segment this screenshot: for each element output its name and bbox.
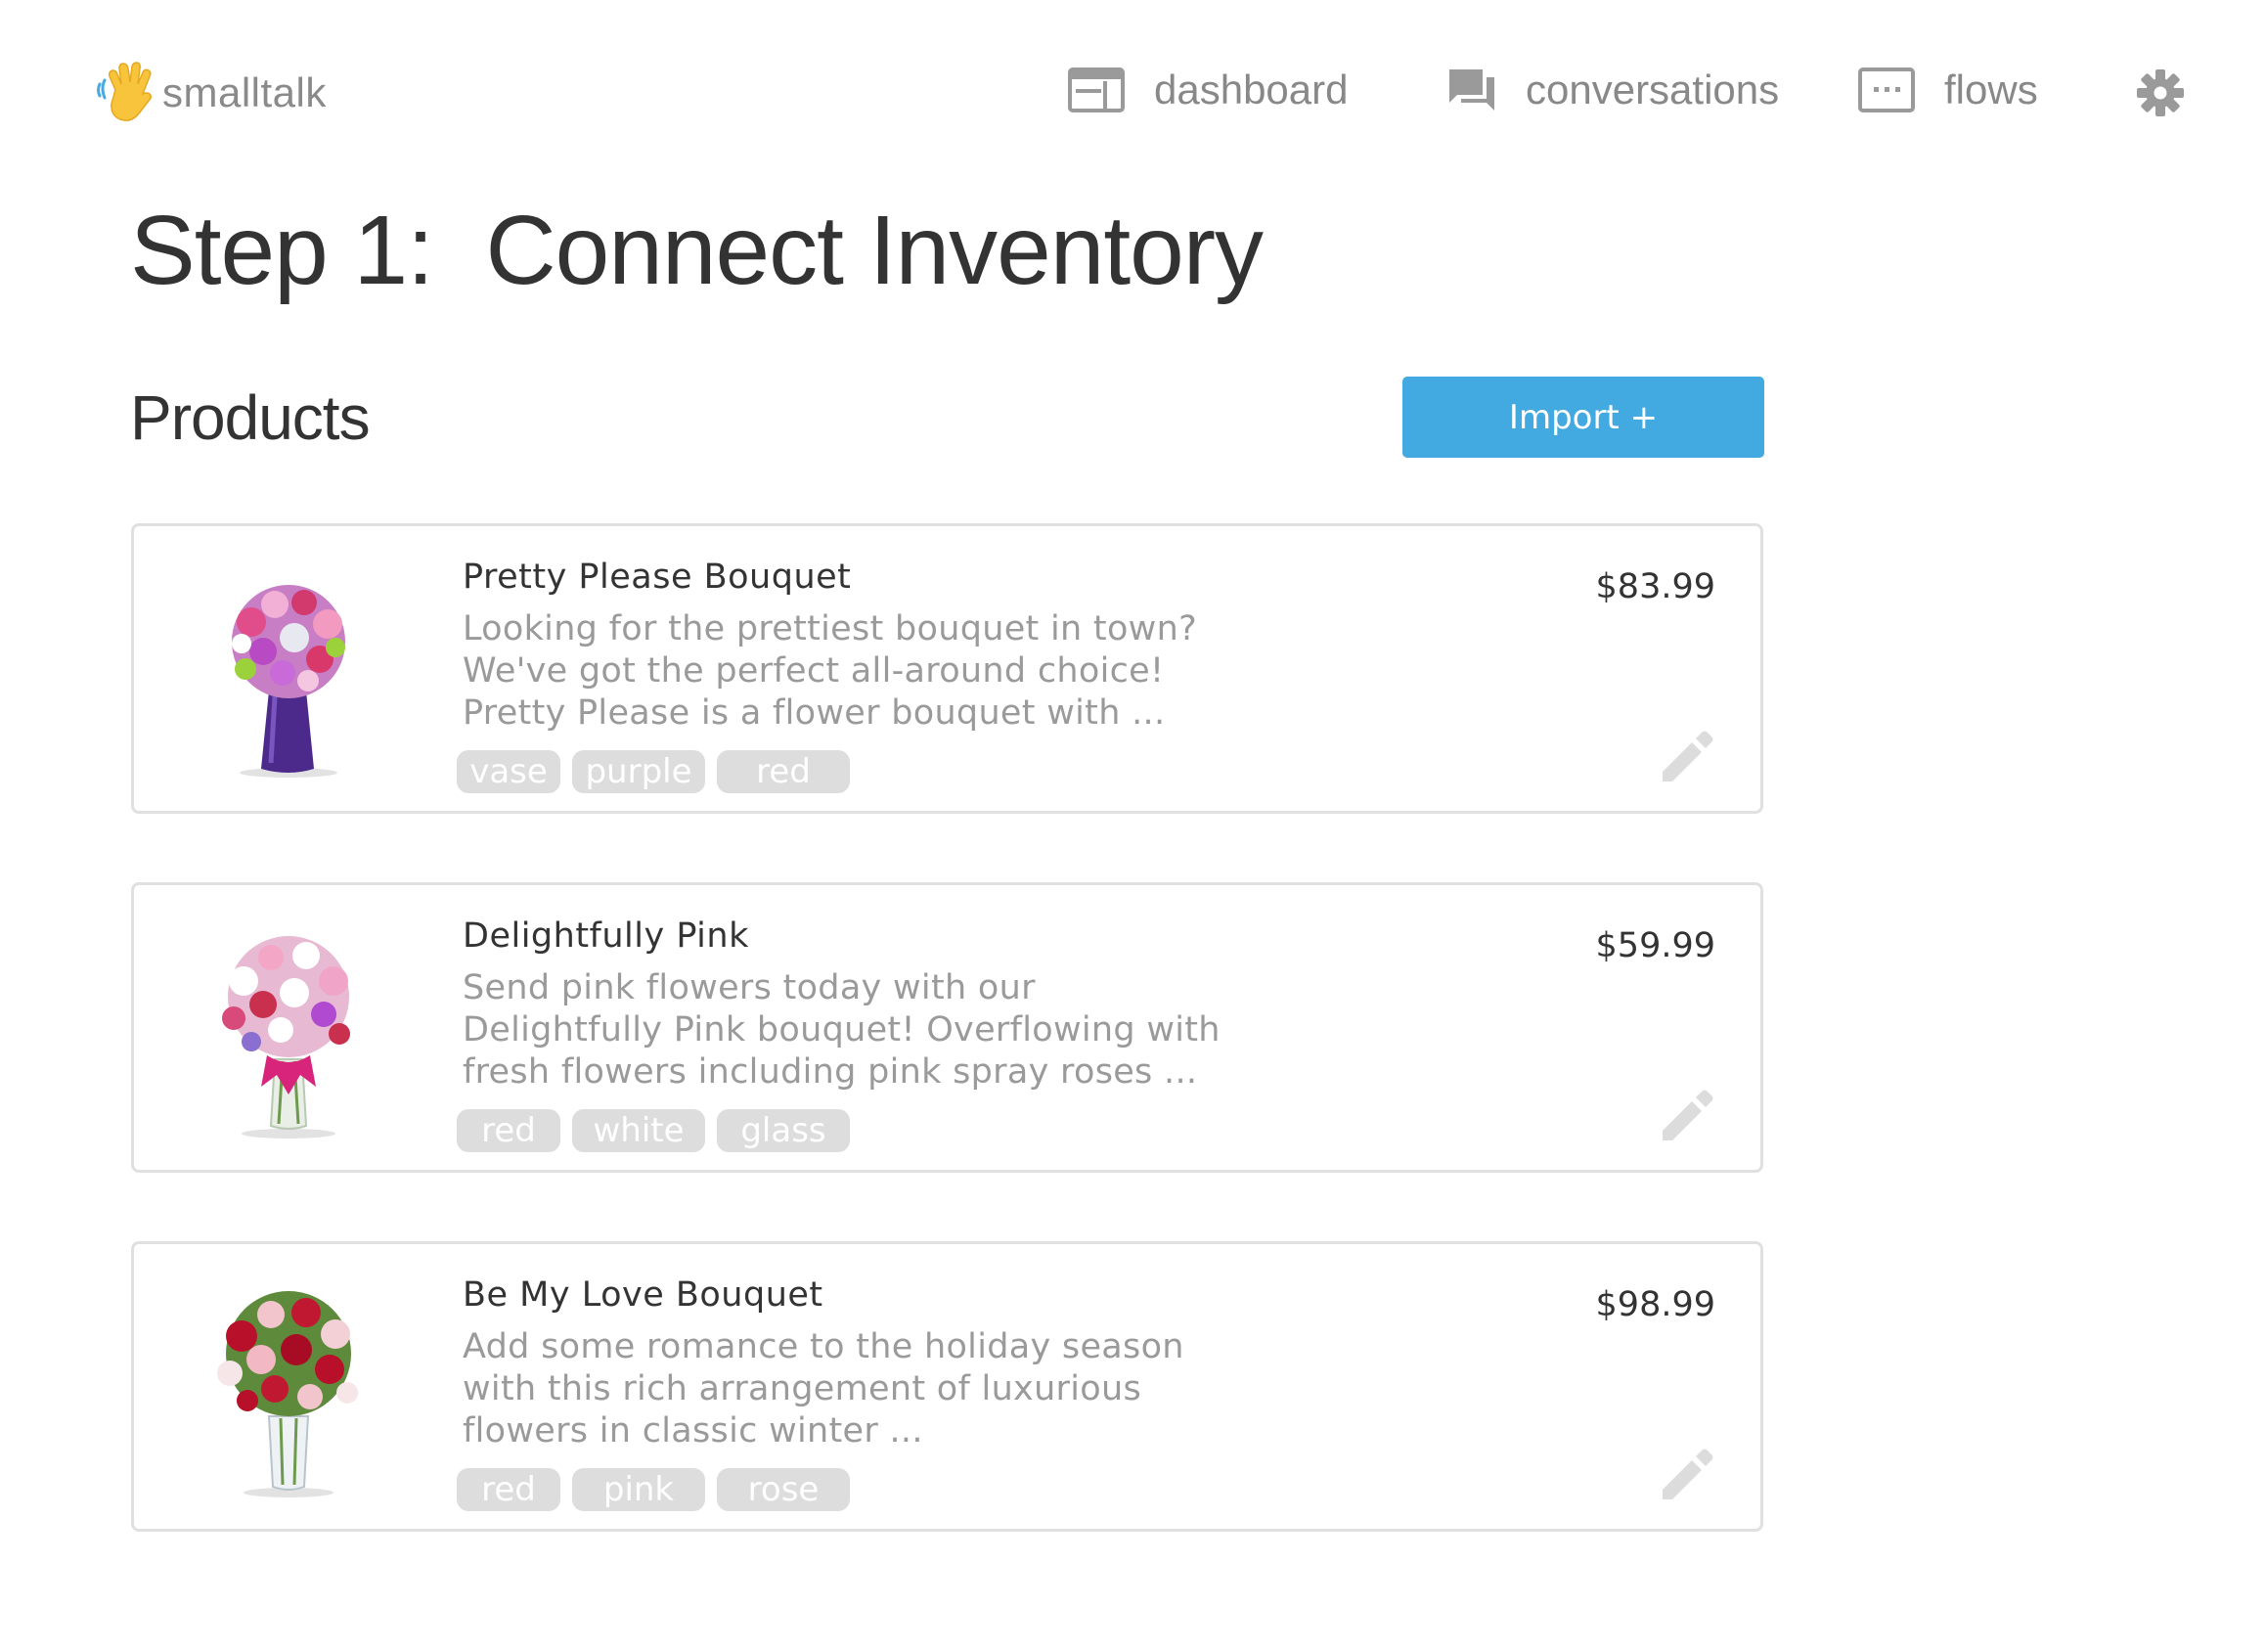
app-name: smalltalk [162,69,327,115]
tag[interactable]: rose [717,1468,850,1511]
app-logo[interactable]: smalltalk [96,59,327,127]
product-card[interactable]: Be My Love Bouquet Add some romance to t… [131,1241,1763,1532]
product-image [222,936,350,1139]
nav-item-flows[interactable]: flows [1858,61,2038,119]
product-name: Be My Love Bouquet [463,1275,823,1315]
pencil-icon[interactable] [1657,1086,1717,1146]
flows-icon [1858,67,1915,112]
tag[interactable]: purple [572,750,705,793]
tag[interactable]: glass [717,1109,850,1152]
page-title: Step 1: Connect Inventory [130,196,1264,305]
section-title-products: Products [130,382,371,453]
dashboard-icon [1068,67,1125,112]
nav-label-flows: flows [1944,67,2038,112]
product-description: Send pink flowers today with our Delight… [463,967,1304,1094]
product-card[interactable]: Delightfully Pink Send pink flowers toda… [131,882,1763,1173]
pencil-icon[interactable] [1657,727,1717,787]
product-description-line: Send pink flowers today with our [463,968,1036,1007]
nav-item-dashboard[interactable]: dashboard [1068,61,1349,119]
product-description-line: flowers in classic winter ... [463,1411,923,1451]
import-button[interactable]: Import + [1402,377,1764,458]
nav-label-conversations: conversations [1526,67,1780,112]
product-price: $59.99 [1595,926,1715,965]
waving-hand-icon [97,62,153,121]
nav-item-conversations[interactable]: conversations [1447,61,1779,119]
product-description-line: We've got the perfect all-around choice! [463,651,1165,691]
product-description-line: Pretty Please is a flower bouquet with .… [463,693,1166,733]
product-price: $98.99 [1595,1285,1715,1324]
product-name: Delightfully Pink [463,916,749,956]
tag-list: red pink rose [457,1468,862,1511]
tag[interactable]: red [457,1468,560,1511]
gear-icon[interactable] [2136,68,2185,117]
product-card[interactable]: Pretty Please Bouquet Looking for the pr… [131,523,1763,814]
product-name: Pretty Please Bouquet [463,558,852,597]
product-description-line: Looking for the prettiest bouquet in tow… [463,609,1197,648]
conversations-icon [1449,69,1494,111]
nav-label-dashboard: dashboard [1154,67,1349,112]
product-image [232,585,345,778]
tag[interactable]: vase [457,750,560,793]
tag-list: vase purple red [457,750,862,793]
tag[interactable]: pink [572,1468,705,1511]
product-description-line: with this rich arrangement of luxurious [463,1369,1141,1408]
product-description: Looking for the prettiest bouquet in tow… [463,608,1304,735]
tag[interactable]: red [457,1109,560,1152]
product-description: Add some romance to the holiday season w… [463,1326,1304,1452]
product-price: $83.99 [1595,567,1715,606]
tag[interactable]: red [717,750,850,793]
product-image [217,1291,358,1497]
product-description-line: Add some romance to the holiday season [463,1327,1184,1366]
pencil-icon[interactable] [1657,1445,1717,1505]
tag-list: red white glass [457,1109,862,1152]
product-description-line: Delightfully Pink bouquet! Overflowing w… [463,1010,1221,1049]
tag[interactable]: white [572,1109,705,1152]
product-description-line: fresh flowers including pink spray roses… [463,1052,1198,1092]
